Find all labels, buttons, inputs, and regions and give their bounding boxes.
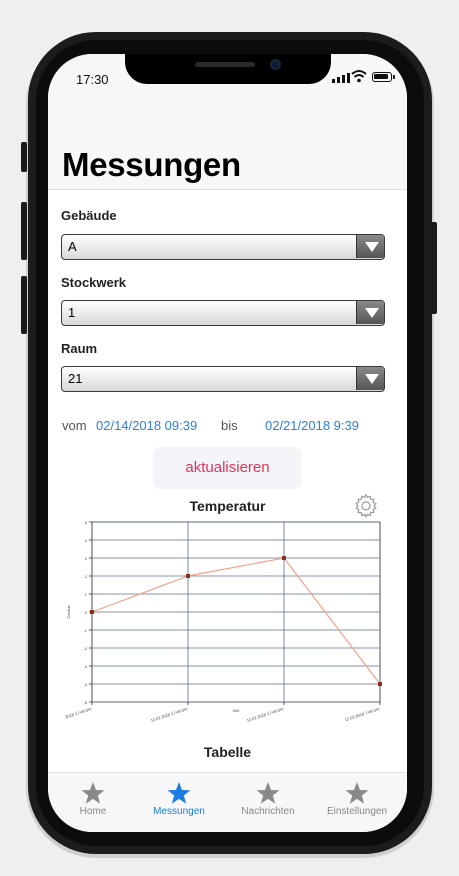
data-point bbox=[186, 574, 190, 578]
room-select-value: 21 bbox=[68, 371, 83, 386]
y-tick-label: -1 bbox=[83, 628, 87, 633]
y-tick-label: 5 bbox=[85, 520, 88, 525]
y-tick-label: 1 bbox=[85, 592, 88, 597]
tab-home[interactable]: Home bbox=[48, 773, 138, 832]
tab-label: Einstellungen bbox=[326, 806, 388, 817]
data-point bbox=[90, 610, 94, 614]
y-tick-label: -5 bbox=[83, 700, 87, 705]
x-tick-label: 12.02.2018 17:49 Uhr bbox=[150, 706, 189, 723]
data-point bbox=[378, 682, 382, 686]
star-icon bbox=[81, 782, 105, 804]
app-screen: 17:30 Messungen Gebäude A Stockwerk 1 Ra… bbox=[48, 54, 407, 832]
to-label: bis bbox=[221, 418, 238, 433]
star-icon bbox=[167, 782, 191, 804]
page-title: Messungen bbox=[62, 146, 241, 183]
power-button bbox=[431, 222, 437, 314]
y-tick-label: 0 bbox=[85, 610, 88, 615]
room-select[interactable]: 21 bbox=[61, 366, 385, 392]
tab-bar: Home Messungen Nachrichten Einstellungen bbox=[48, 772, 407, 832]
tab-label: Home bbox=[79, 806, 107, 817]
tab-label: Messungen bbox=[153, 806, 205, 817]
chevron-down-icon[interactable] bbox=[356, 367, 384, 390]
tab-nachrichten[interactable]: Nachrichten bbox=[223, 773, 313, 832]
x-tick-label: 12.02.2018 17:49 Uhr bbox=[246, 706, 285, 723]
temperature-chart: 5 4 3 2 1 0 -1 -2 -3 -4 -52018 17:49 Uhr 12.02.2018… bbox=[65, 520, 382, 723]
volume-up-button bbox=[21, 202, 27, 260]
x-axis-label: Zeit bbox=[233, 708, 241, 713]
chevron-down-icon[interactable] bbox=[356, 235, 384, 258]
signal-icon bbox=[332, 73, 350, 83]
chevron-down-icon[interactable] bbox=[356, 301, 384, 324]
x-tick-label: 2018 17:49 Uhr bbox=[65, 706, 93, 719]
building-label: Gebäude bbox=[61, 208, 117, 223]
speaker bbox=[195, 62, 255, 67]
building-select-value: A bbox=[68, 239, 77, 254]
y-tick-label: -2 bbox=[83, 646, 87, 651]
volume-down-button bbox=[21, 276, 27, 334]
floor-select-value: 1 bbox=[68, 305, 76, 320]
y-tick-label: -4 bbox=[83, 682, 87, 687]
to-date-link[interactable]: 02/21/2018 9:39 bbox=[265, 418, 359, 433]
front-camera bbox=[270, 59, 281, 70]
mute-switch bbox=[21, 142, 27, 172]
y-tick-label: 3 bbox=[85, 556, 88, 561]
tab-einstellungen[interactable]: Einstellungen bbox=[312, 773, 402, 832]
floor-select[interactable]: 1 bbox=[61, 300, 385, 326]
y-axis-label: Celsius bbox=[66, 605, 71, 618]
tab-messungen[interactable]: Messungen bbox=[134, 773, 224, 832]
from-label: vom bbox=[62, 418, 87, 433]
room-label: Raum bbox=[61, 341, 98, 356]
notch bbox=[125, 54, 331, 84]
x-tick-label: 12.02.2018 7:49 Uhr bbox=[344, 706, 381, 722]
wifi-icon bbox=[351, 70, 367, 83]
building-select[interactable]: A bbox=[61, 234, 385, 260]
y-tick-label: -3 bbox=[83, 664, 87, 669]
y-tick-label: 4 bbox=[85, 538, 88, 543]
battery-icon bbox=[372, 72, 395, 82]
gear-icon[interactable] bbox=[354, 494, 378, 518]
floor-label: Stockwerk bbox=[61, 275, 127, 290]
table-title: Tabelle bbox=[203, 744, 252, 760]
tab-label: Nachrichten bbox=[241, 806, 295, 817]
data-point bbox=[282, 556, 286, 560]
star-icon bbox=[345, 782, 369, 804]
status-time: 17:30 bbox=[76, 72, 109, 87]
refresh-button[interactable]: aktualisieren bbox=[153, 447, 302, 489]
y-tick-label: 2 bbox=[85, 574, 88, 579]
star-icon bbox=[256, 782, 280, 804]
from-date-link[interactable]: 02/14/2018 09:39 bbox=[96, 418, 197, 433]
